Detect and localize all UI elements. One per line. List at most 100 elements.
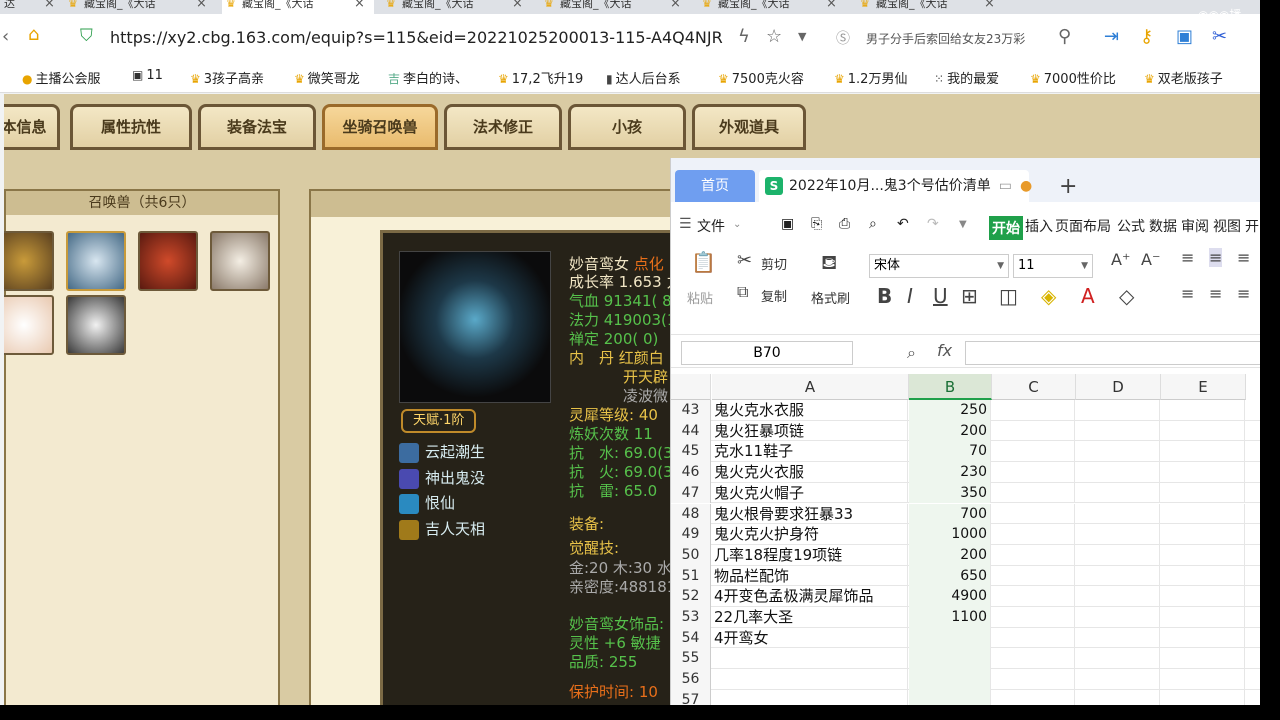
cell-a[interactable] <box>712 648 908 670</box>
bookmark[interactable]: ♛ 7000性价比 <box>1030 68 1116 87</box>
tab-basic-info[interactable]: 本信息 <box>4 104 60 150</box>
close-icon[interactable]: × <box>512 0 523 11</box>
cell-d[interactable] <box>1076 482 1160 504</box>
bookmark[interactable]: ♛ 双老版孩子 <box>1144 68 1223 87</box>
home-tab[interactable]: 首页 <box>675 170 755 202</box>
cell-b[interactable]: 200 <box>909 420 991 442</box>
menu-view[interactable]: 视图 <box>1213 216 1241 236</box>
bookmark[interactable]: ▣ 11 <box>132 68 163 83</box>
summon-avatar[interactable] <box>210 231 270 291</box>
cell-b[interactable]: 250 <box>909 400 991 421</box>
cell-d[interactable] <box>1076 648 1160 670</box>
close-icon[interactable]: × <box>984 0 995 11</box>
underline-icon[interactable]: U <box>933 284 948 308</box>
cell-d[interactable] <box>1076 524 1160 545</box>
cell-c[interactable] <box>992 524 1075 545</box>
cell-b[interactable]: 4900 <box>909 586 991 607</box>
cell-e[interactable] <box>1161 524 1245 545</box>
cell-e[interactable] <box>1161 544 1245 566</box>
menu-review[interactable]: 审阅 <box>1181 216 1209 236</box>
bookmark[interactable]: ♛ 3孩子高亲 <box>190 68 264 87</box>
cell-c[interactable] <box>992 627 1075 649</box>
format-painter-icon[interactable]: ⛾ <box>821 250 837 277</box>
cell-b[interactable] <box>909 627 991 649</box>
row-number[interactable]: 54 <box>671 627 711 649</box>
close-icon[interactable]: × <box>670 0 681 11</box>
chevron-down-icon[interactable]: ⌄ <box>733 219 741 230</box>
column-header-c[interactable]: C <box>992 374 1076 400</box>
copy-icon[interactable]: ⧉ <box>737 282 748 302</box>
search-engine-icon[interactable]: Ⓢ <box>836 28 850 48</box>
select-all-corner[interactable] <box>671 374 711 400</box>
chevron-down-icon[interactable]: ▼ <box>959 219 967 230</box>
tab-appearance[interactable]: 外观道具 <box>692 104 806 150</box>
row-number[interactable]: 43 <box>671 400 711 421</box>
cell-b[interactable]: 1000 <box>909 524 991 545</box>
cell-d[interactable] <box>1076 441 1160 463</box>
cell-e[interactable] <box>1161 648 1245 670</box>
cell-b[interactable] <box>909 669 991 690</box>
document-tab[interactable]: S 2022年10月...鬼3个号估价清单 ▭ ● <box>759 170 1032 202</box>
tab-child[interactable]: 小孩 <box>568 104 686 150</box>
chevron-down-icon[interactable]: ▼ <box>798 30 806 43</box>
paste-icon[interactable]: 📋 <box>691 250 716 274</box>
row-number[interactable]: 47 <box>671 482 711 504</box>
column-header-b[interactable]: B <box>909 374 992 400</box>
url-field[interactable]: ⛉ https://xy2.cbg.163.com/equip?s=115&ei… <box>70 22 820 52</box>
cell-a[interactable]: 鬼火克火护身符 <box>712 524 908 545</box>
login-icon[interactable]: ⇥ <box>1104 26 1119 47</box>
key-icon[interactable]: ⚷ <box>1140 26 1153 47</box>
cell-e[interactable] <box>1161 482 1245 504</box>
skill-item[interactable]: 云起潮生 <box>399 441 485 463</box>
summon-avatar[interactable] <box>138 231 198 291</box>
fx-icon[interactable]: fx <box>937 341 952 360</box>
menu-insert[interactable]: 插入 <box>1025 216 1053 236</box>
italic-icon[interactable]: I <box>907 284 913 308</box>
row-number[interactable]: 45 <box>671 441 711 463</box>
cell-e[interactable] <box>1161 669 1245 690</box>
align-left-icon[interactable]: ≡ <box>1181 284 1194 303</box>
menu-more[interactable]: 开 <box>1245 216 1259 236</box>
cell-b[interactable]: 70 <box>909 441 991 463</box>
cell-d[interactable] <box>1076 669 1160 690</box>
copy-button[interactable]: 复制 <box>761 286 787 305</box>
cell-b[interactable]: 200 <box>909 544 991 566</box>
cell-a[interactable]: 4开变色孟极满灵犀饰品 <box>712 586 908 607</box>
row-number[interactable]: 46 <box>671 462 711 483</box>
scissors-icon[interactable]: ✂ <box>1212 26 1227 47</box>
paste-button[interactable]: 粘贴 <box>687 288 713 307</box>
close-icon[interactable]: × <box>354 0 365 11</box>
cell-d[interactable] <box>1076 565 1160 587</box>
column-header-a[interactable]: A <box>712 374 909 400</box>
skill-item[interactable]: 吉人天相 <box>399 518 485 540</box>
browser-tab[interactable]: ♛ 藏宝阁_《大话 <box>856 0 996 14</box>
name-box[interactable]: B70 <box>681 341 853 365</box>
tab-attributes[interactable]: 属性抗性 <box>70 104 192 150</box>
cell-b[interactable]: 230 <box>909 462 991 483</box>
cell-d[interactable] <box>1076 544 1160 566</box>
cell-b[interactable]: 650 <box>909 565 991 587</box>
cell-b[interactable]: 700 <box>909 503 991 525</box>
font-name-select[interactable]: 宋体 ▼ <box>869 254 1009 278</box>
cell-a[interactable]: 克水11鞋子 <box>712 441 908 463</box>
summon-avatar[interactable] <box>66 295 126 355</box>
cell-e[interactable] <box>1161 627 1245 649</box>
cut-button[interactable]: 剪切 <box>761 254 787 273</box>
menu-data[interactable]: 数据 <box>1149 216 1177 236</box>
font-size-select[interactable]: 11 ▼ <box>1013 254 1093 278</box>
cell-c[interactable] <box>992 669 1075 690</box>
search-icon[interactable]: ⚲ <box>1058 26 1071 47</box>
cell-c[interactable] <box>992 648 1075 670</box>
cell-a[interactable]: 鬼火克水衣服 <box>712 400 908 421</box>
cell-c[interactable] <box>992 462 1075 483</box>
star-icon[interactable]: ☆ <box>766 26 782 47</box>
cell-b[interactable]: 350 <box>909 482 991 504</box>
sheet-grid[interactable]: A B C D E 43 鬼火克水衣服 250 44 鬼火狂暴项链 200 45 克水11… <box>671 374 1260 720</box>
bookmark[interactable]: ♛ 微笑哥龙 <box>294 68 360 87</box>
cell-e[interactable] <box>1161 565 1245 587</box>
cell-d[interactable] <box>1076 586 1160 607</box>
close-icon[interactable]: × <box>196 0 207 11</box>
cell-c[interactable] <box>992 565 1075 587</box>
cell-c[interactable] <box>992 544 1075 566</box>
cell-d[interactable] <box>1076 400 1160 421</box>
